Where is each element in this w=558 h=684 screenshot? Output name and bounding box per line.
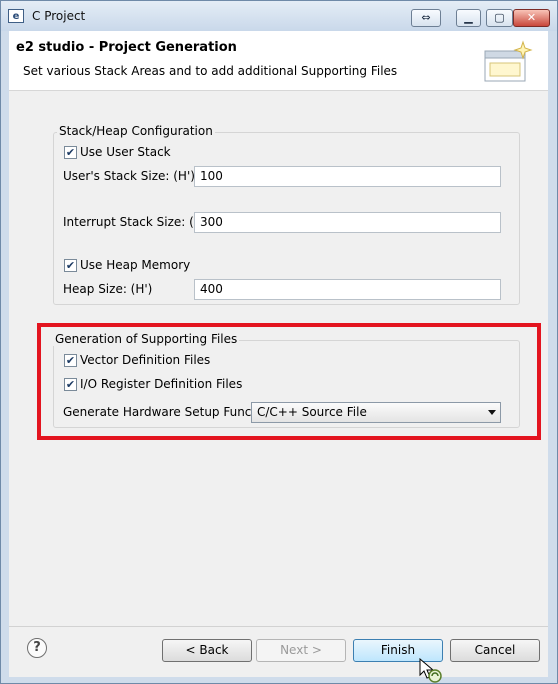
- cancel-button[interactable]: Cancel: [450, 639, 540, 662]
- maximize-button[interactable]: ▢: [486, 9, 513, 27]
- page-title: e2 studio - Project Generation: [16, 40, 237, 55]
- close-button[interactable]: ✕: [513, 9, 550, 27]
- wizard-banner-icon: [484, 40, 533, 82]
- stack-heap-group-label: Stack/Heap Configuration: [57, 124, 215, 138]
- e2-studio-icon: e: [8, 9, 24, 23]
- minimize-button[interactable]: ▁: [456, 9, 481, 27]
- dialog-window: e C Project ⇔ ▁ ▢ ✕ e2 studio - Project …: [0, 0, 558, 684]
- highlight-annotation: [37, 323, 541, 440]
- next-button[interactable]: Next >: [256, 639, 346, 662]
- back-button[interactable]: < Back: [162, 639, 252, 662]
- busy-cursor-icon: [419, 658, 442, 683]
- interrupt-stack-size-label: Interrupt Stack Size: (H'): [63, 215, 211, 229]
- footer-divider: [9, 626, 548, 627]
- user-stack-size-label: User's Stack Size: (H'): [63, 169, 195, 183]
- interrupt-stack-size-input[interactable]: 300: [194, 212, 501, 233]
- window-title: C Project: [32, 9, 86, 23]
- use-user-stack-checkbox[interactable]: ✔: [64, 146, 77, 159]
- dialog-client-area: e2 studio - Project Generation Set vario…: [9, 31, 548, 677]
- use-user-stack-label: Use User Stack: [80, 145, 171, 159]
- use-heap-memory-label: Use Heap Memory: [80, 258, 191, 272]
- restore-icon[interactable]: ⇔: [411, 9, 441, 27]
- page-description: Set various Stack Areas and to add addit…: [23, 64, 398, 78]
- help-icon[interactable]: ?: [27, 638, 47, 658]
- heap-size-label: Heap Size: (H'): [63, 282, 153, 296]
- wizard-header: e2 studio - Project Generation Set vario…: [9, 31, 548, 91]
- use-heap-memory-checkbox[interactable]: ✔: [64, 259, 77, 272]
- stack-heap-group: Stack/Heap Configuration ✔ Use User Stac…: [53, 124, 520, 305]
- user-stack-size-input[interactable]: 100: [194, 166, 501, 187]
- heap-size-input[interactable]: 400: [194, 279, 501, 300]
- title-bar[interactable]: e C Project ⇔ ▁ ▢ ✕: [1, 1, 557, 31]
